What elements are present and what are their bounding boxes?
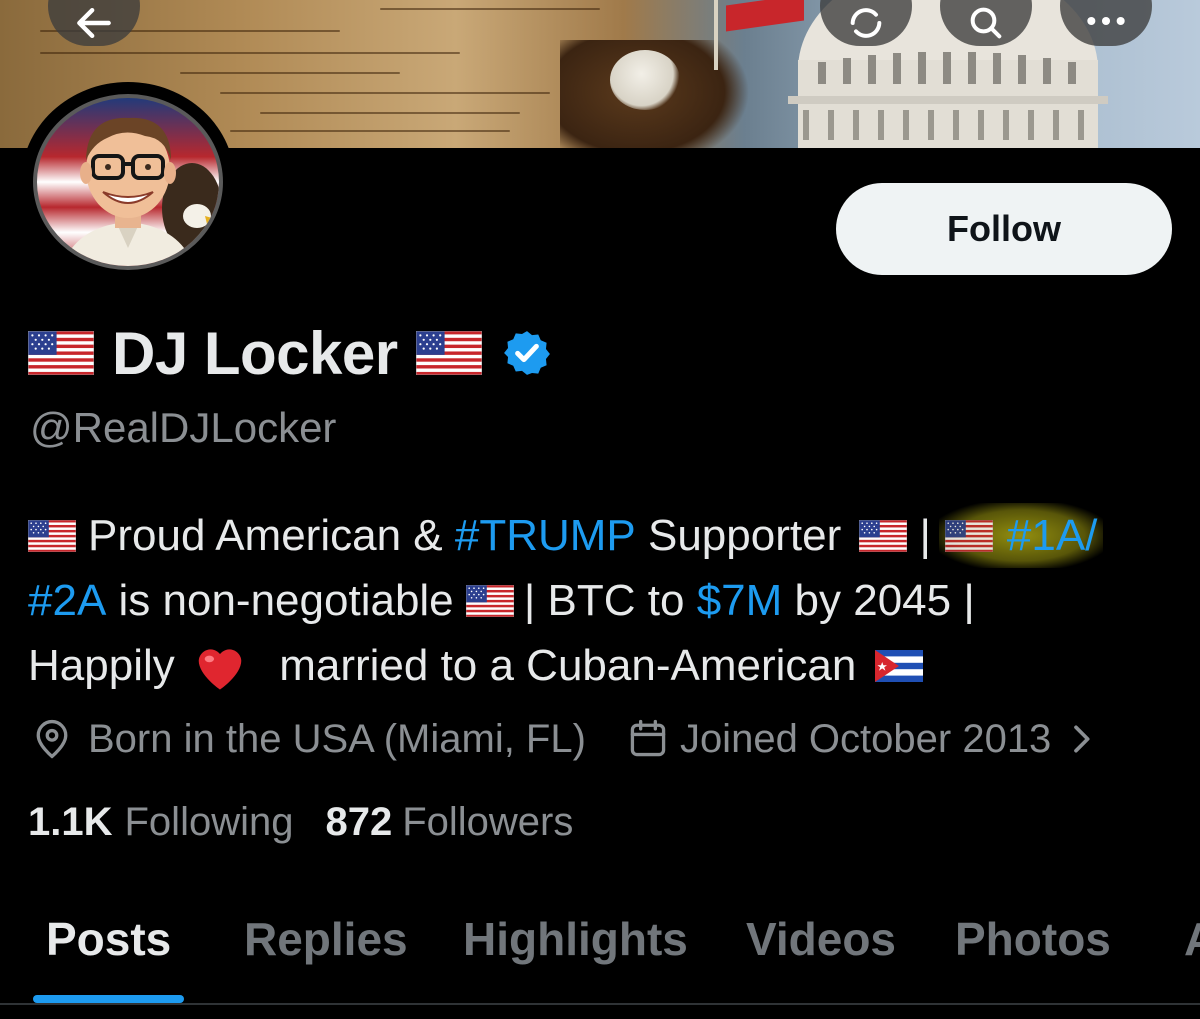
us-flag-emoji [859, 520, 907, 552]
following-link[interactable]: 1.1K Following [28, 800, 293, 845]
tab-articles-partial[interactable]: A [1184, 912, 1200, 966]
location-text: Born in the USA (Miami, FL) [88, 716, 586, 761]
tab-posts[interactable]: Posts [46, 912, 171, 966]
avatar-caricature [62, 117, 219, 266]
tab-photos[interactable]: Photos [955, 912, 1111, 966]
bio-text: Happily [28, 641, 187, 690]
bio-text: married to a Cuban-American [266, 641, 869, 690]
more-icon [1087, 16, 1125, 26]
profile-meta: Born in the USA (Miami, FL) Joined Octob… [30, 712, 1097, 766]
profile-avatar[interactable] [21, 82, 235, 282]
location-item: Born in the USA (Miami, FL) [30, 717, 586, 762]
followers-link[interactable]: 872 Followers [325, 800, 573, 845]
active-tab-indicator [33, 995, 184, 1003]
follow-button[interactable]: Follow [836, 183, 1172, 275]
us-flag-emoji [945, 520, 993, 552]
avatar-image [33, 94, 223, 270]
bio-text: Proud American & [88, 511, 455, 560]
cuba-flag-emoji [875, 650, 923, 682]
bio-text: | BTC to [523, 576, 697, 625]
bio-text: Supporter [635, 511, 854, 560]
hashtag-link[interactable]: #1A/ [1007, 503, 1098, 568]
profile-stats: 1.1K Following 872 Followers [28, 800, 573, 845]
hashtag-link[interactable]: #TRUMP [455, 503, 636, 568]
following-label: Following [124, 800, 294, 844]
tabs-divider [0, 1003, 1200, 1005]
calendar-icon [630, 719, 666, 757]
joined-text: Joined October 2013 [679, 716, 1052, 761]
bio-line-3: Happily married to a Cuban-American [28, 633, 1188, 698]
following-count: 1.1K [28, 800, 113, 844]
us-flag-emoji [28, 520, 76, 552]
followers-count: 872 [325, 800, 393, 844]
arrow-left-icon [77, 7, 111, 39]
location-pin-icon [36, 719, 68, 759]
verified-badge-icon[interactable] [502, 328, 552, 378]
refresh-icon [850, 8, 882, 38]
banner-eagle-head [610, 50, 680, 110]
bio-line-1: Proud American & #TRUMP Supporter | #1A/ [28, 503, 1188, 568]
followers-label: Followers [402, 800, 574, 844]
hashtag-link[interactable]: #2A [28, 568, 106, 633]
bio-text: is non-negotiable [106, 576, 466, 625]
search-icon [970, 7, 1002, 39]
us-flag-emoji [416, 331, 482, 375]
display-name: DJ Locker [112, 319, 398, 387]
back-button[interactable] [48, 0, 140, 46]
profile-handle: @RealDJLocker [30, 404, 337, 451]
tab-highlights[interactable]: Highlights [463, 912, 688, 966]
bio-line-2: #2A is non-negotiable | BTC to $7M by 20… [28, 568, 1188, 633]
cashtag-link[interactable]: $7M [697, 568, 783, 633]
chevron-right-icon [1074, 725, 1090, 753]
heart-emoji [198, 648, 242, 690]
us-flag-emoji [28, 331, 94, 375]
bio-text: by 2045 | [782, 576, 975, 625]
display-name-row: DJ Locker [28, 318, 552, 388]
profile-bio: Proud American & #TRUMP Supporter | #1A/… [28, 503, 1188, 698]
bio-separator: | [919, 511, 931, 560]
joined-item[interactable]: Joined October 2013 [626, 717, 1097, 762]
profile-tabs: Posts Replies Highlights Videos Photos A [0, 900, 1200, 1018]
tab-replies[interactable]: Replies [244, 912, 408, 966]
banner-flagpole [714, 0, 718, 70]
us-flag-emoji [466, 585, 514, 617]
tab-videos[interactable]: Videos [746, 912, 896, 966]
highlighter-mark: #1A/ [938, 503, 1104, 568]
